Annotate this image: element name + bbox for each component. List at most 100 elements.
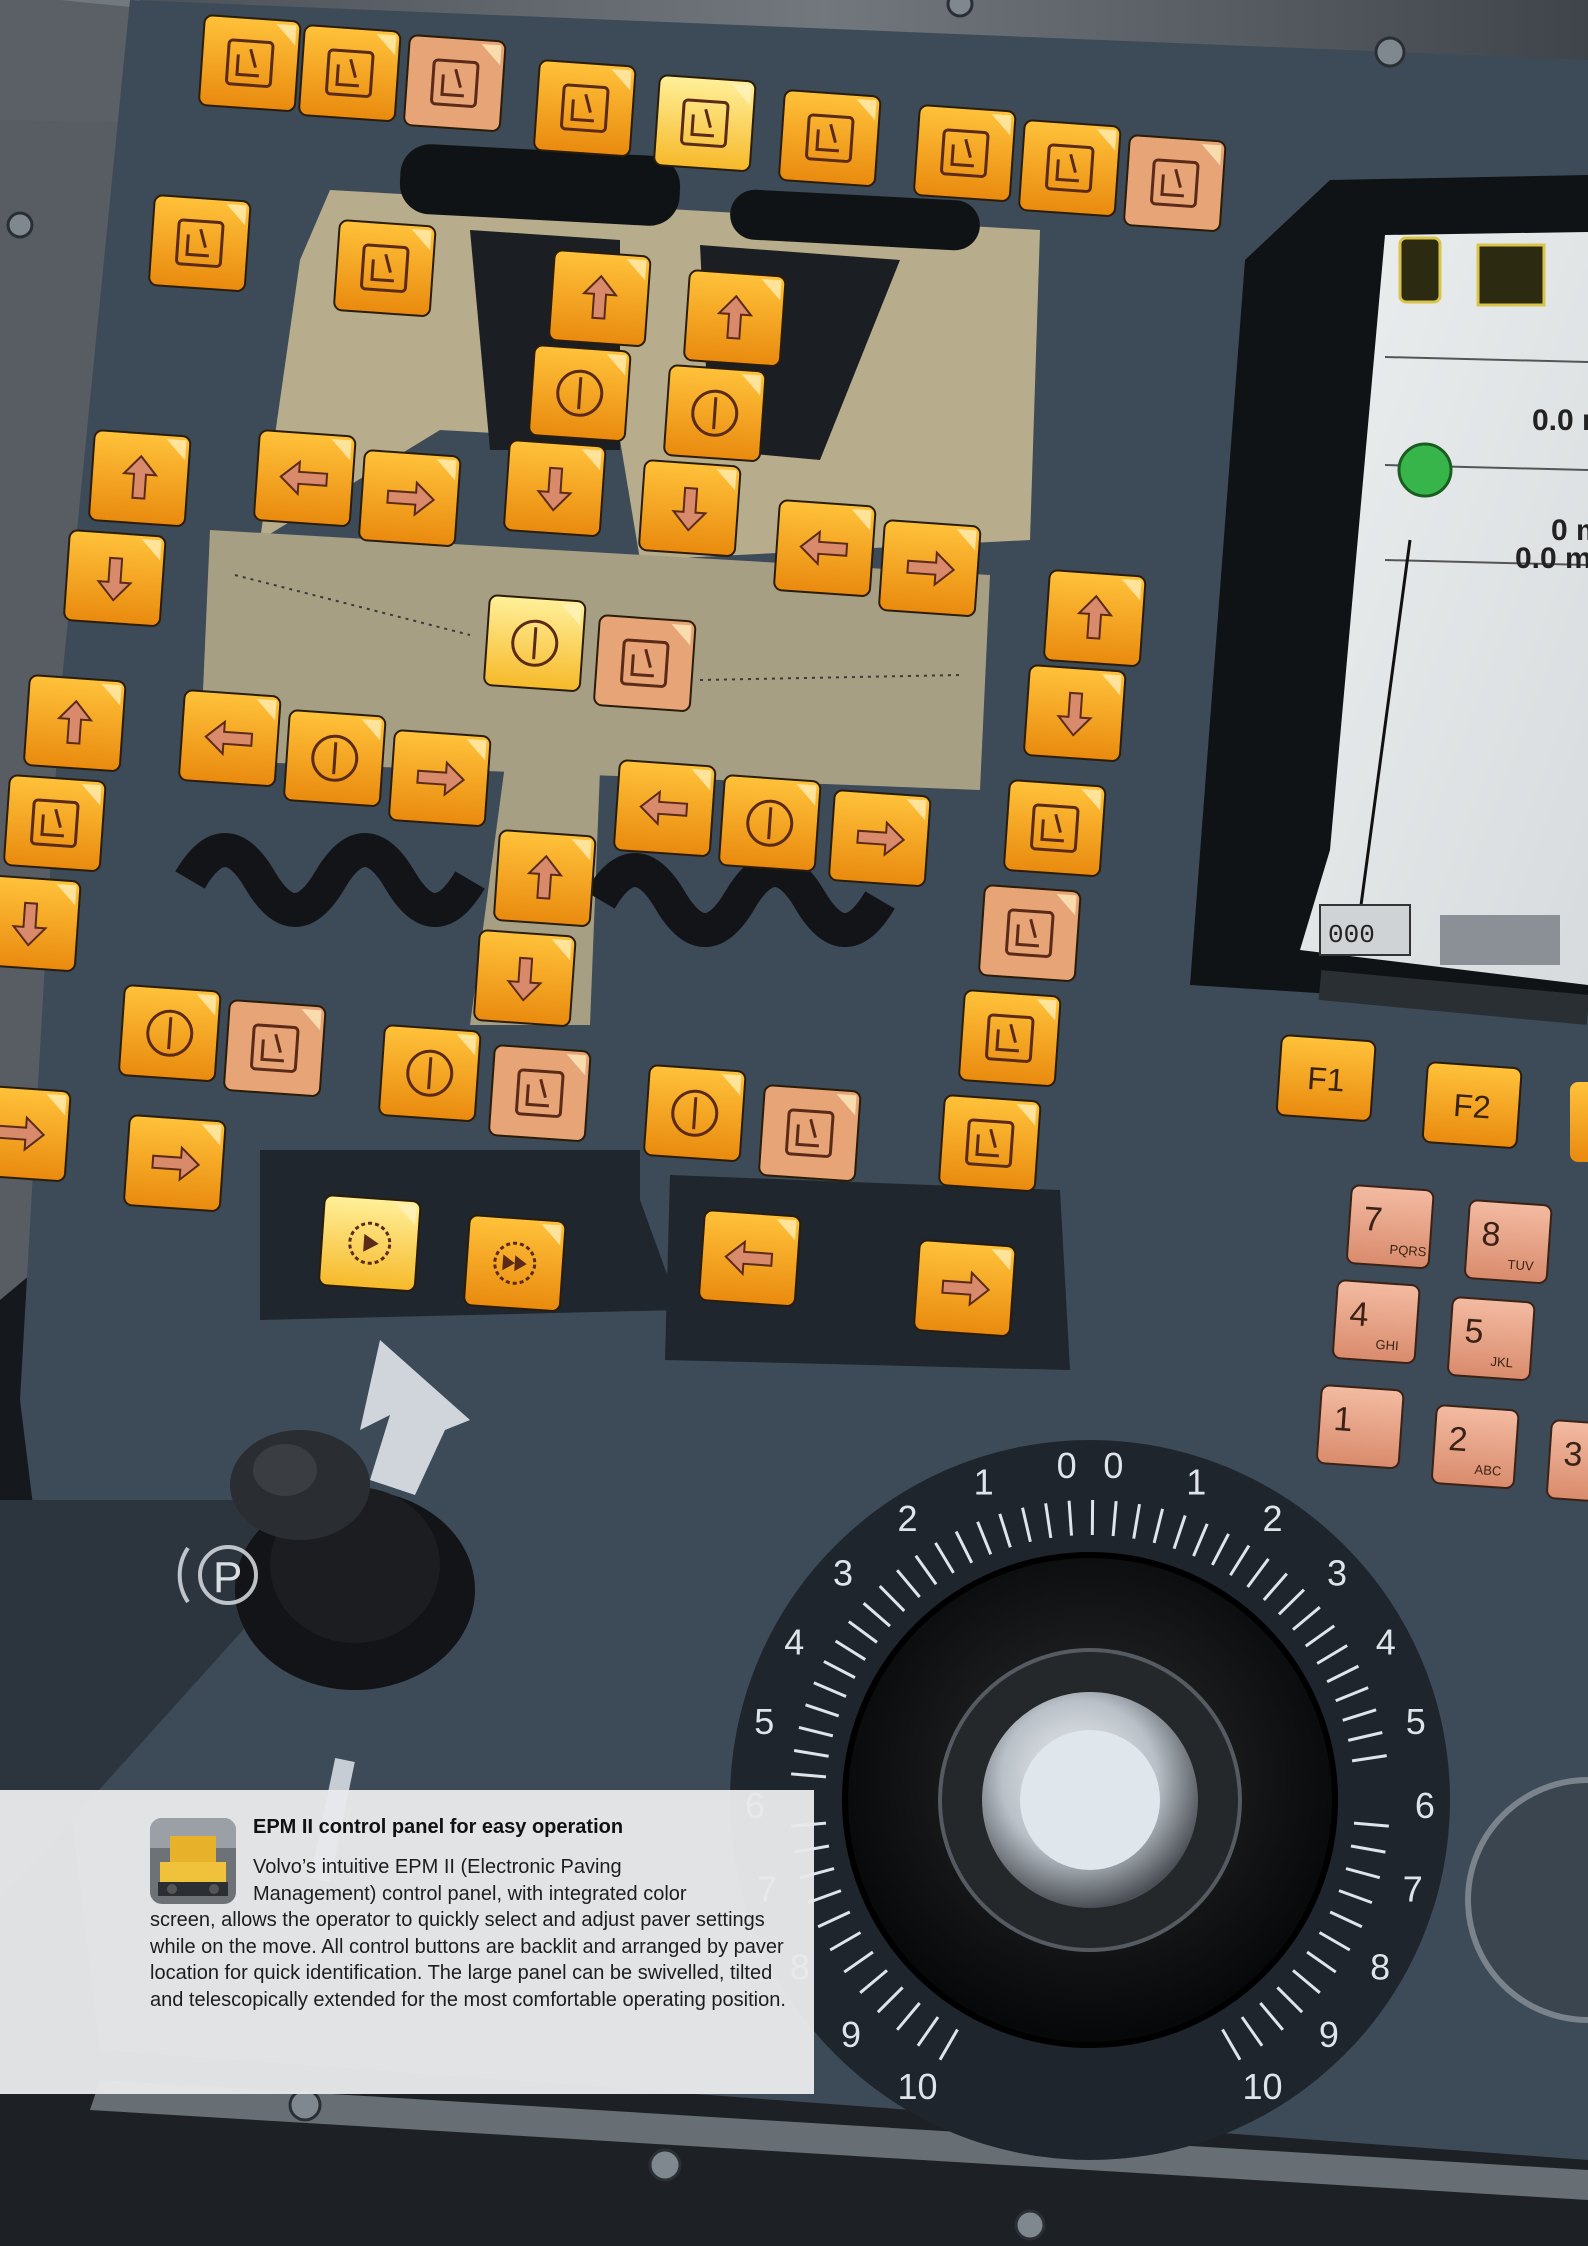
keypad-digit: 2 xyxy=(1447,1420,1469,1459)
keypad-key-8[interactable]: 8 TUV xyxy=(1464,1199,1553,1284)
panel-button-sensor2[interactable] xyxy=(1003,779,1107,877)
dial-scale-label: 9 xyxy=(1319,2014,1339,2055)
panel-button-down[interactable] xyxy=(1023,664,1127,762)
keypad-key-2[interactable]: 2 ABC xyxy=(1431,1404,1520,1489)
panel-button-sensor4[interactable] xyxy=(958,989,1062,1087)
dial-scale-label: 1 xyxy=(1186,1461,1206,1502)
panel-button-heat[interactable] xyxy=(148,194,252,292)
keypad-digit: 8 xyxy=(1480,1215,1502,1254)
panel-button-up[interactable] xyxy=(1043,569,1147,667)
panel-button-left[interactable] xyxy=(178,689,282,787)
caption-box: EPM II control panel for easy operation … xyxy=(0,1790,814,2094)
panel-button-up[interactable] xyxy=(88,429,192,527)
dial-scale-label: 0 xyxy=(1103,1445,1123,1486)
panel-button-power[interactable] xyxy=(283,709,387,807)
panel-button-left[interactable] xyxy=(773,499,877,597)
keypad-digit: 5 xyxy=(1463,1312,1485,1351)
dial-scale-label: 0 xyxy=(1057,1445,1077,1486)
panel-button-tamper[interactable] xyxy=(1123,134,1227,232)
keypad-letters: TUV xyxy=(1507,1257,1534,1274)
panel-button-power[interactable] xyxy=(528,344,632,442)
dial-scale-label: 5 xyxy=(754,1701,774,1742)
panel-button-power[interactable] xyxy=(378,1024,482,1122)
panel-button-up[interactable] xyxy=(23,674,127,772)
keypad-letters: PQRS xyxy=(1389,1242,1427,1260)
panel-button-sensor[interactable] xyxy=(778,89,882,187)
dial-scale-label: 5 xyxy=(1406,1701,1426,1742)
panel-button-power[interactable] xyxy=(643,1064,747,1162)
panel-button-right[interactable] xyxy=(0,1084,72,1182)
panel-button-play[interactable] xyxy=(318,1194,422,1292)
keypad-digit: 3 xyxy=(1562,1435,1584,1474)
keypad-digit: 7 xyxy=(1362,1200,1384,1239)
keypad-key-5[interactable]: 5 JKL xyxy=(1447,1296,1536,1381)
dial-scale-label: 8 xyxy=(1370,1947,1390,1988)
keypad-letters: JKL xyxy=(1490,1354,1513,1371)
keypad-digit: 1 xyxy=(1332,1400,1354,1439)
panel-button-feeder[interactable] xyxy=(403,34,507,132)
panel-button-right[interactable] xyxy=(388,729,492,827)
display-unit xyxy=(1190,175,1588,1025)
dial-scale-label: 4 xyxy=(1376,1622,1396,1663)
panel-button-power[interactable] xyxy=(663,364,767,462)
keypad-key-3[interactable]: 3 xyxy=(1546,1419,1588,1504)
panel-button-sensor3[interactable] xyxy=(978,884,1082,982)
panel-button-screed[interactable] xyxy=(533,59,637,157)
panel-button-sensor2[interactable] xyxy=(3,774,107,872)
screen-icon-auger xyxy=(1397,442,1453,498)
panel-button-fold[interactable] xyxy=(333,219,437,317)
caption-text: screen, allows the operator to quickly s… xyxy=(150,1909,786,2011)
panel-button-right[interactable] xyxy=(123,1114,227,1212)
keypad-letters: ABC xyxy=(1474,1462,1502,1479)
panel-button-left[interactable] xyxy=(253,429,357,527)
function-key-label: F2 xyxy=(1452,1087,1492,1126)
function-key-2[interactable]: F2 xyxy=(1421,1061,1523,1149)
dial-scale-label: 3 xyxy=(1327,1553,1347,1594)
panel-button-up[interactable] xyxy=(493,829,597,927)
caption-line-2: Management) control panel, with integrat… xyxy=(253,1882,687,1905)
panel-button-sensor2[interactable] xyxy=(223,999,327,1097)
panel-button-down[interactable] xyxy=(63,529,167,627)
panel-button-down[interactable] xyxy=(473,929,577,1027)
caption-line-1: Volvo’s intuitive EPM II (Electronic Pav… xyxy=(253,1856,622,1878)
panel-button-vibrator[interactable] xyxy=(1018,119,1122,217)
panel-button-stop[interactable] xyxy=(198,14,302,112)
panel-button-spiral[interactable] xyxy=(653,74,757,172)
display-readout-1: 0.0 m xyxy=(1532,404,1588,437)
panel-button-down[interactable] xyxy=(0,874,82,972)
panel-button-right[interactable] xyxy=(358,449,462,547)
panel-button-hopper[interactable] xyxy=(298,24,402,122)
dial-scale-label: 7 xyxy=(1403,1869,1423,1910)
panel-button-left[interactable] xyxy=(613,759,717,857)
function-key-label: F1 xyxy=(1306,1060,1346,1099)
panel-button-power[interactable] xyxy=(483,594,587,692)
screen-icon-feeder xyxy=(1476,243,1546,307)
panel-button-right[interactable] xyxy=(828,789,932,887)
dial-scale-label: 4 xyxy=(784,1622,804,1663)
function-key-1[interactable]: F1 xyxy=(1275,1034,1377,1122)
panel-button-power[interactable] xyxy=(718,774,822,872)
panel-button-screed2[interactable] xyxy=(593,614,697,712)
panel-button-up[interactable] xyxy=(548,249,652,347)
keypad-key-1[interactable]: 1 xyxy=(1316,1384,1405,1469)
panel-button-fastplay[interactable] xyxy=(463,1214,567,1312)
panel-button-sensor2[interactable] xyxy=(488,1044,592,1142)
panel-button-circle[interactable] xyxy=(758,1084,862,1182)
panel-button-right[interactable] xyxy=(913,1239,1017,1337)
caption-title: EPM II control panel for easy operation xyxy=(253,1816,624,1838)
display-counter: 000 xyxy=(1328,920,1375,950)
panel-button-truck[interactable] xyxy=(913,104,1017,202)
panel-button-left[interactable] xyxy=(698,1209,802,1307)
panel-button-right[interactable] xyxy=(878,519,982,617)
keypad-key-4[interactable]: 4 GHI xyxy=(1332,1279,1421,1364)
panel-button-up[interactable] xyxy=(683,269,787,367)
dial-scale-label: 9 xyxy=(841,2014,861,2055)
display-readout-3: 0.0 m xyxy=(1515,542,1588,575)
caption-body: Volvo’s intuitive EPM II (Electronic Pav… xyxy=(150,1854,790,2013)
dial-scale-label: 2 xyxy=(1262,1498,1282,1539)
panel-button-down[interactable] xyxy=(503,439,607,537)
panel-button-sensor4[interactable] xyxy=(938,1094,1042,1192)
panel-button-down[interactable] xyxy=(638,459,742,557)
keypad-key-7[interactable]: 7 PQRS xyxy=(1346,1184,1435,1269)
panel-button-power[interactable] xyxy=(118,984,222,1082)
